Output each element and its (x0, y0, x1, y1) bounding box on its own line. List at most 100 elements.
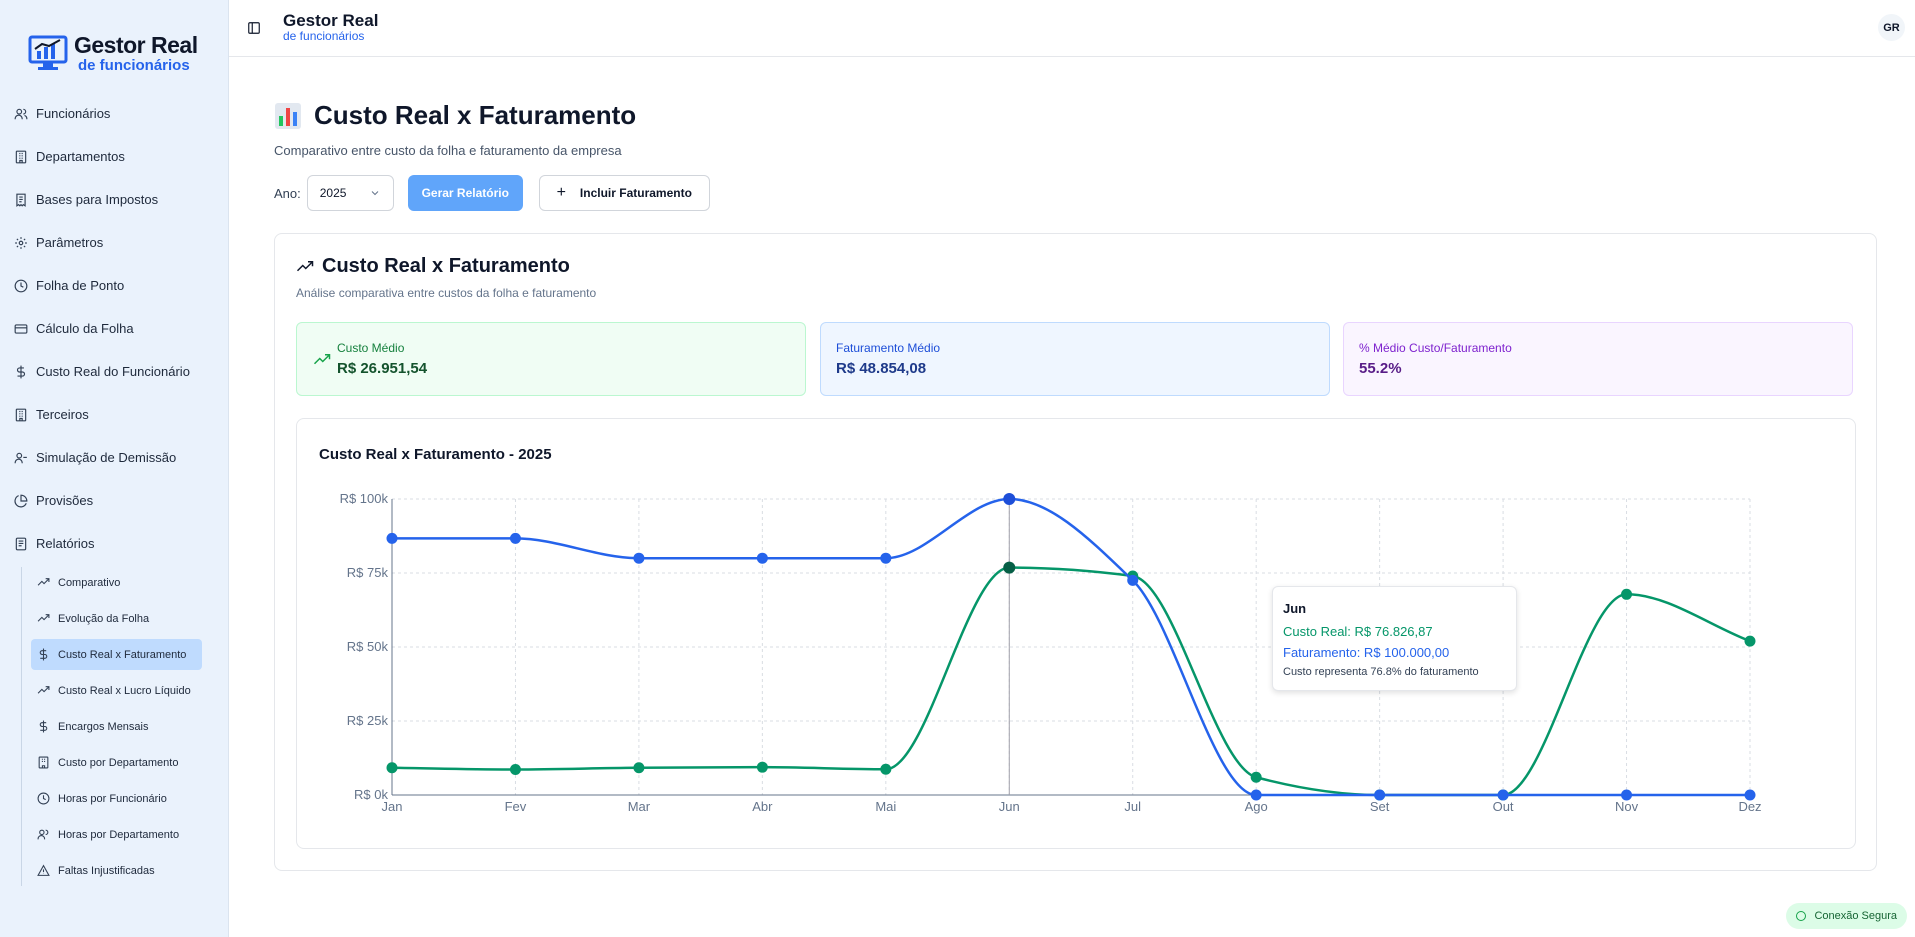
y-tick-label: R$ 25k (347, 713, 389, 728)
sidebar-subitem-label: Custo Real x Lucro Líquido (58, 684, 191, 697)
revenue-data-point (1127, 574, 1139, 586)
sidebar-item-calculo-folha[interactable]: Cálculo da Folha (0, 307, 228, 350)
year-select-value: 2025 (319, 186, 347, 200)
building-icon (14, 150, 28, 164)
tooltip-percentage: Custo representa 76.8% do faturamento (1283, 666, 1479, 678)
add-revenue-button[interactable]: + Incluir Faturamento (538, 175, 710, 211)
page-title: Custo Real x Faturamento (274, 100, 636, 131)
y-tick-label: R$ 50k (347, 639, 389, 654)
sidebar-item-label: Funcionários (36, 106, 111, 121)
year-select[interactable]: 2025 (306, 175, 394, 211)
x-tick-label: Jul (1124, 799, 1141, 814)
cost-data-point (1250, 771, 1262, 783)
shield-icon (1796, 911, 1807, 921)
receipt-icon (14, 193, 28, 207)
card-title-text: Custo Real x Faturamento (322, 255, 570, 277)
sidebar-subitem-faltas[interactable]: Faltas Injustificadas (31, 855, 202, 886)
plus-icon: + (556, 184, 566, 201)
stat-revenue-average: Faturamento Médio R$ 48.854,08 (820, 322, 1330, 396)
sidebar-item-custo-real[interactable]: Custo Real do Funcionário (0, 350, 228, 393)
cost-data-point (1744, 635, 1756, 647)
y-tick-label: R$ 100k (340, 491, 389, 506)
cost-series-line (391, 566, 1751, 797)
sidebar-item-relatorios[interactable]: Relatórios (0, 522, 228, 565)
sidebar-subitem-evolucao-folha[interactable]: Evolução da Folha (31, 603, 202, 634)
sidebar-subitem-custo-departamento[interactable]: Custo por Departamento (31, 747, 202, 778)
sidebar-item-label: Simulação de Demissão (36, 450, 177, 465)
users-icon (14, 107, 28, 121)
sidebar-item-provisoes[interactable]: Provisões (0, 479, 228, 522)
stat-value: R$ 26.951,54 (337, 360, 428, 377)
alert-triangle-icon (37, 864, 50, 877)
sidebar: Gestor Real de funcionários Funcionários… (0, 0, 229, 937)
cost-data-point (633, 762, 645, 774)
y-tick-label: R$ 75k (347, 565, 389, 580)
revenue-data-point (880, 552, 892, 564)
chevron-down-icon (371, 191, 379, 196)
sidebar-subitem-label: Horas por Departamento (58, 828, 180, 841)
revenue-data-point (633, 552, 645, 564)
sidebar-subitem-custo-lucro[interactable]: Custo Real x Lucro Líquido (31, 675, 202, 706)
x-tick-label: Fev (505, 799, 527, 814)
card-subtitle: Análise comparativa entre custos da folh… (296, 286, 597, 300)
dollar-icon (37, 720, 50, 733)
sidebar-subitem-label: Horas por Funcionário (58, 792, 167, 805)
user-minus-icon (14, 451, 28, 465)
sidebar-nav: Funcionários Departamentos Bases para Im… (0, 92, 228, 886)
clock-icon (14, 279, 28, 293)
sidebar-item-label: Cálculo da Folha (36, 321, 134, 336)
trending-up-icon (37, 684, 50, 697)
sidebar-item-label: Departamentos (36, 149, 125, 164)
sidebar-item-label: Terceiros (36, 407, 89, 422)
card-title: Custo Real x Faturamento (296, 255, 570, 278)
cost-data-point (880, 763, 892, 775)
sidebar-toggle-icon[interactable] (247, 21, 261, 35)
monitor-chart-icon (28, 35, 68, 70)
logo[interactable]: Gestor Real de funcionários (0, 0, 228, 82)
generate-report-button[interactable]: Gerar Relatório (407, 175, 523, 211)
file-icon (14, 537, 28, 551)
revenue-data-point (756, 552, 768, 564)
sidebar-subitem-custo-faturamento[interactable]: Custo Real x Faturamento (31, 639, 202, 670)
page-subtitle: Comparativo entre custo da folha e fatur… (274, 143, 622, 158)
secure-connection-badge: Conexão Segura (1786, 903, 1907, 929)
sidebar-item-terceiros[interactable]: Terceiros (0, 393, 228, 436)
topbar-title: Gestor Real (283, 11, 379, 31)
stat-label: Faturamento Médio (836, 341, 941, 355)
cost-data-point (1003, 561, 1016, 574)
x-tick-label: Jan (382, 799, 403, 814)
sidebar-item-simulacao-demissao[interactable]: Simulação de Demissão (0, 436, 228, 479)
main-content: Gestor Real de funcionários GR Custo Rea… (229, 0, 1915, 937)
brand-name: Gestor Real (74, 31, 198, 58)
users-icon (37, 828, 50, 841)
topbar: Gestor Real de funcionários GR (229, 0, 1915, 57)
sidebar-subitem-label: Encargos Mensais (58, 720, 149, 733)
dollar-icon (37, 648, 50, 661)
sidebar-subitem-encargos[interactable]: Encargos Mensais (31, 711, 202, 742)
sidebar-subitem-horas-funcionario[interactable]: Horas por Funcionário (31, 783, 202, 814)
sidebar-item-folha-ponto[interactable]: Folha de Ponto (0, 264, 228, 307)
revenue-data-point (509, 532, 521, 544)
secure-connection-label: Conexão Segura (1814, 910, 1897, 922)
sidebar-item-bases-impostos[interactable]: Bases para Impostos (0, 178, 228, 221)
sidebar-item-parametros[interactable]: Parâmetros (0, 221, 228, 264)
trending-up-icon (296, 260, 314, 271)
sidebar-item-funcionarios[interactable]: Funcionários (0, 92, 228, 135)
stat-value: 55.2% (1359, 360, 1402, 377)
x-tick-label: Mar (628, 799, 651, 814)
stat-label: % Médio Custo/Faturamento (1359, 341, 1512, 355)
clock-icon (37, 792, 50, 805)
chart-tooltip: Jun Custo Real: R$ 76.826,87 Faturamento… (1272, 586, 1517, 691)
sidebar-subitem-comparativo[interactable]: Comparativo (31, 567, 202, 598)
revenue-data-point (1621, 789, 1633, 801)
sidebar-subitem-horas-departamento[interactable]: Horas por Departamento (31, 819, 202, 850)
revenue-data-point (1250, 789, 1262, 801)
sidebar-item-departamentos[interactable]: Departamentos (0, 135, 228, 178)
x-tick-label: Out (1493, 799, 1514, 814)
cost-data-point (1621, 588, 1633, 600)
stat-value: R$ 48.854,08 (836, 360, 927, 377)
avatar[interactable]: GR (1878, 14, 1905, 41)
line-chart[interactable]: R$ 0kR$ 25kR$ 50kR$ 75kR$ 100kJan Fev Mar A… (297, 419, 1857, 850)
report-controls: Ano: 2025 Gerar Relatório + Incluir Fatu… (274, 175, 710, 211)
building-icon (37, 756, 50, 769)
